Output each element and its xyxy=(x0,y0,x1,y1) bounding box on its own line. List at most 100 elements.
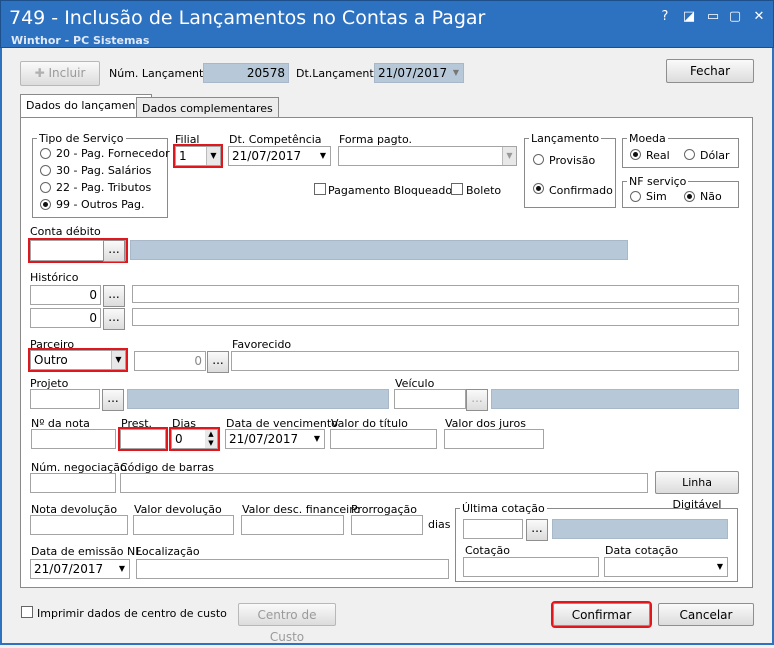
dt-lancamento-label: Dt.Lançamento xyxy=(296,67,381,80)
forma-pagto-label: Forma pagto. xyxy=(339,133,412,146)
favorecido-label: Favorecido xyxy=(232,338,292,351)
help-icon[interactable]: ? xyxy=(657,9,673,25)
historico-lookup-button-1[interactable]: ... xyxy=(103,285,125,307)
radio-dolar[interactable] xyxy=(684,149,695,160)
maximize-icon[interactable]: ▢ xyxy=(727,9,743,25)
chevron-down-icon: ▼ xyxy=(206,147,220,165)
parceiro-select[interactable]: Outro ▼ xyxy=(28,348,128,372)
codigo-barras-field[interactable] xyxy=(120,473,648,493)
num-negociacao-field[interactable] xyxy=(30,473,116,493)
window-subtitle: Winthor - PC Sistemas xyxy=(11,34,150,47)
radio-pag-fornecedor[interactable] xyxy=(40,148,51,159)
chevron-down-icon: ▼ xyxy=(313,434,321,443)
radio-label: Não xyxy=(700,190,722,203)
incluir-button[interactable]: ✚ Incluir xyxy=(20,61,100,86)
dt-competencia-field[interactable]: 21/07/2017 ▼ xyxy=(228,146,331,166)
radio-label: Confirmado xyxy=(549,184,613,197)
valor-devolucao-field[interactable] xyxy=(133,515,234,535)
data-cotacao-field[interactable]: ▼ xyxy=(604,557,728,577)
confirmar-button[interactable]: Confirmar xyxy=(551,601,652,628)
centro-custo-button[interactable]: Centro de Custo xyxy=(238,603,336,644)
radio-label: 22 - Pag. Tributos xyxy=(56,181,152,194)
veiculo-lookup-button[interactable]: ... xyxy=(466,389,488,411)
localizacao-label: Localização xyxy=(136,545,200,558)
imprimir-centro-custo-checkbox[interactable] xyxy=(21,606,33,618)
veiculo-description xyxy=(491,389,739,409)
radio-pag-salarios[interactable] xyxy=(40,165,51,176)
valor-desc-fin-field[interactable] xyxy=(241,515,344,535)
historico-text-1[interactable] xyxy=(132,285,739,303)
radio-label: Sim xyxy=(646,190,667,203)
nota-devolucao-field[interactable] xyxy=(30,515,128,535)
dt-lancamento-field[interactable]: 21/07/2017 ▼ xyxy=(374,63,464,83)
chevron-down-icon: ▼ xyxy=(502,147,516,165)
dias-stepper[interactable]: 0 ▲ ▼ xyxy=(169,427,220,451)
historico-lookup-button-2[interactable]: ... xyxy=(103,308,125,330)
chevron-down-icon: ▼ xyxy=(452,68,460,77)
valor-juros-field[interactable] xyxy=(444,429,544,449)
historico-code-2[interactable]: 0 xyxy=(30,308,101,328)
projeto-lookup-button[interactable]: ... xyxy=(102,389,124,411)
cancelar-button[interactable]: Cancelar xyxy=(658,603,754,626)
valor-titulo-field[interactable] xyxy=(330,429,437,449)
conta-debito-lookup-button[interactable]: ... xyxy=(103,240,125,262)
conta-debito-label: Conta débito xyxy=(30,225,101,238)
filial-select[interactable]: 1 ▼ xyxy=(173,144,223,168)
boleto-checkbox[interactable] xyxy=(451,183,463,195)
filial-label: Filial xyxy=(175,133,200,146)
radio-sim[interactable] xyxy=(630,191,641,202)
favorecido-field[interactable] xyxy=(231,351,739,371)
stepper-up-icon[interactable]: ▲ xyxy=(205,430,217,439)
radio-provisao[interactable] xyxy=(533,154,544,165)
historico-label: Histórico xyxy=(30,271,79,284)
tipo-servico-label: Tipo de Serviço xyxy=(37,132,126,145)
num-lancamento-field[interactable]: 20578 xyxy=(203,63,289,83)
data-cotacao-label: Data cotação xyxy=(605,544,679,557)
minimize-icon[interactable]: ▭ xyxy=(705,9,721,25)
radio-real[interactable] xyxy=(630,149,641,160)
parceiro-code-field[interactable]: 0 xyxy=(134,351,206,371)
prest-field[interactable] xyxy=(118,427,168,451)
radio-confirmado[interactable] xyxy=(533,183,544,194)
close-icon[interactable]: ✕ xyxy=(751,9,767,25)
pagamento-bloqueado-checkbox[interactable] xyxy=(314,183,326,195)
data-emissao-field[interactable]: 21/07/2017 ▼ xyxy=(30,559,130,579)
cotacao-field[interactable] xyxy=(463,557,599,577)
forma-pagto-select[interactable]: ▼ xyxy=(338,146,517,166)
localizacao-field[interactable] xyxy=(136,559,449,579)
prorrogacao-field[interactable] xyxy=(351,515,423,535)
ultima-cotacao-lookup-button[interactable]: ... xyxy=(526,519,548,541)
cotacao-label: Cotação xyxy=(465,544,510,557)
ultima-cotacao-field[interactable] xyxy=(463,519,523,539)
linha-digitavel-button[interactable]: Linha Digitável xyxy=(655,471,739,511)
historico-text-2[interactable] xyxy=(132,308,739,326)
data-emissao-label: Data de emissão NF xyxy=(31,545,142,558)
parceiro-lookup-button[interactable]: ... xyxy=(207,351,229,373)
radio-pag-tributos[interactable] xyxy=(40,182,51,193)
dt-competencia-label: Dt. Competência xyxy=(229,133,322,146)
ultima-cotacao-label: Última cotação xyxy=(460,502,547,515)
pagamento-bloqueado-label: Pagamento Bloqueado xyxy=(328,184,453,197)
num-nota-field[interactable] xyxy=(31,429,116,449)
edit-window-icon[interactable]: ◪ xyxy=(681,9,697,25)
moeda-label: Moeda xyxy=(627,132,668,145)
chevron-down-icon: ▼ xyxy=(716,562,724,571)
radio-outros-pag[interactable] xyxy=(40,199,51,210)
lancamento-group-label: Lançamento xyxy=(529,132,602,145)
nf-servico-label: NF serviço xyxy=(627,175,689,188)
radio-label: 30 - Pag. Salários xyxy=(56,164,152,177)
historico-code-1[interactable]: 0 xyxy=(30,285,101,305)
stepper-down-icon[interactable]: ▼ xyxy=(205,439,217,448)
lancamento-group: Lançamento xyxy=(524,132,616,208)
fechar-button[interactable]: Fechar xyxy=(666,59,754,83)
window-title: 749 - Inclusão de Lançamentos no Contas … xyxy=(9,7,486,29)
projeto-field[interactable] xyxy=(30,389,100,409)
vencimento-field[interactable]: 21/07/2017 ▼ xyxy=(225,429,325,449)
boleto-label: Boleto xyxy=(466,184,502,197)
radio-label: 99 - Outros Pag. xyxy=(56,198,145,211)
chevron-down-icon: ▼ xyxy=(118,564,126,573)
veiculo-field[interactable] xyxy=(394,389,466,409)
radio-nao[interactable] xyxy=(684,191,695,202)
num-lancamento-label: Núm. Lançamento xyxy=(109,67,211,80)
chevron-down-icon: ▼ xyxy=(319,151,327,160)
